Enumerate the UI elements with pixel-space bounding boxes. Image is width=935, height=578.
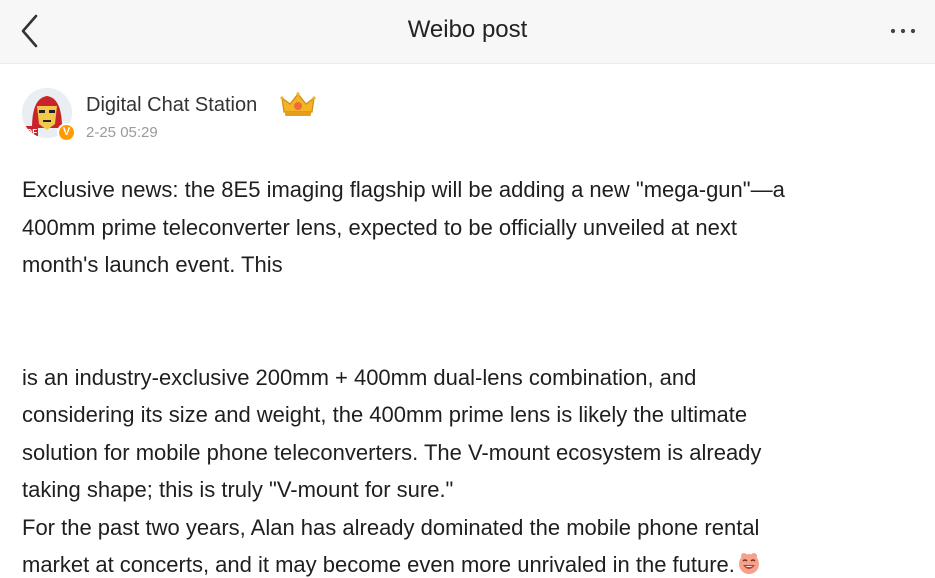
post-content: Exclusive news: the 8E5 imaging flagship… [22,171,917,578]
verified-v-badge: V [57,123,76,142]
post-text-line: Exclusive news: the 8E5 imaging flagship… [22,177,785,202]
post-text-line: 400mm prime teleconverter lens, expected… [22,214,737,240]
more-options-button[interactable] [887,20,921,42]
top-navigation-bar: Weibo post [0,0,935,64]
page-title: Weibo post [407,16,528,43]
svg-text:OF: OF [26,128,37,137]
post-text-line: considering its size and weight, the 400… [22,402,748,427]
author-name[interactable]: Digital Chat Station [86,94,257,117]
post-text-line: solution for mobile phone teleconverters… [22,439,762,465]
post-text-line: taking shape; this is truly "V-mount for… [22,477,454,502]
post-timestamp: 2-25 05:29 [86,124,158,141]
post-text-line: month's launch event. This [22,252,283,277]
post-author-row: OF V Digital Chat Station 2-25 05:29 [22,88,902,144]
post-text-line: For the past two years, Alan has already… [22,514,760,540]
laughing-face-emoji [737,549,761,574]
post-text-line: is an industry-exclusive 200mm + 400mm d… [22,364,697,390]
author-avatar[interactable]: OF V [22,88,76,142]
more-horizontal-icon [890,28,916,34]
post-text-line-last: market at concerts, and it may become ev… [22,546,917,578]
gold-crown-icon [280,90,316,120]
post-text-line: market at concerts, and it may become ev… [22,552,735,577]
